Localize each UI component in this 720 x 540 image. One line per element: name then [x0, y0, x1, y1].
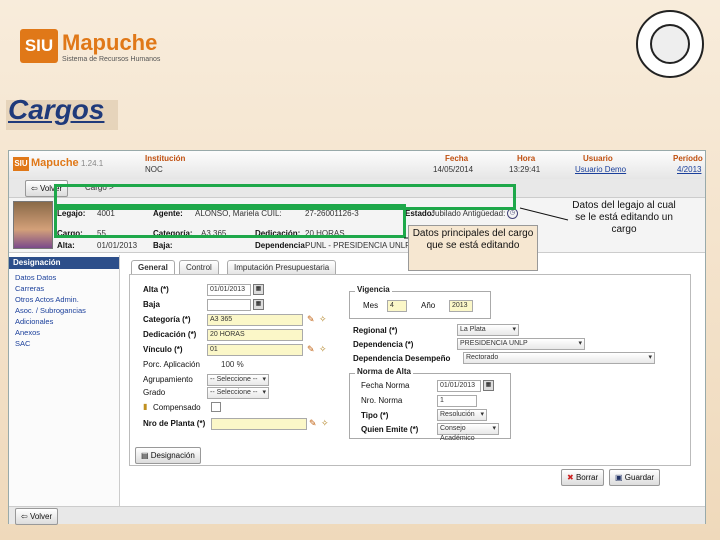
callout-legajo: Datos del legajo al cual se le está edit… — [572, 200, 676, 235]
callout-cargo: Datos principales del cargo que se está … — [408, 225, 538, 271]
callout-lines — [404, 207, 569, 239]
